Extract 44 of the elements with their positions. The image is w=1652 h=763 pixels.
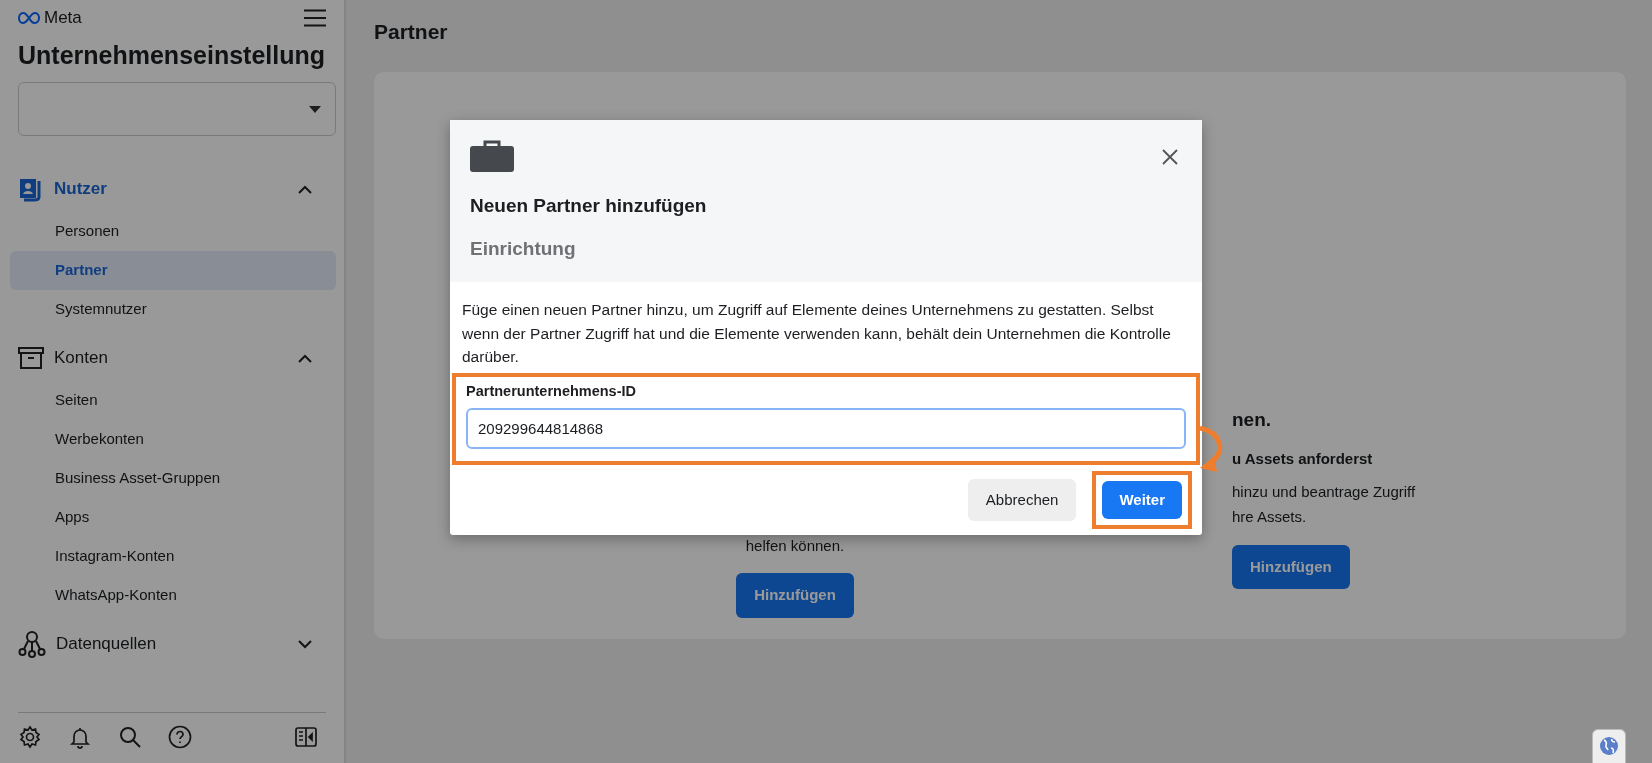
partner-id-field[interactable]: 209299644814868 <box>466 408 1186 450</box>
notifications-icon[interactable] <box>68 725 92 749</box>
nav-item[interactable]: Business Asset-Gruppen <box>10 459 336 498</box>
logo-text: Meta <box>44 7 82 30</box>
chevron-down-icon <box>298 639 312 649</box>
nav-item[interactable]: Systemnutzer <box>10 290 336 329</box>
close-icon[interactable] <box>1162 148 1178 165</box>
dialog-description: Füge einen neuen Partner hinzu, um Zugriff auf Elemente deines Unternehmens zu gestatten. Selbst wenn der Partner Zugriff hat und die Elemente verwenden kann, behält dein Unternehmen die Kontrolle darüber. <box>461 300 1172 367</box>
dialog-title: Neuen Partner hinzufügen <box>470 194 708 218</box>
field-label: Partnerunternehmens-ID <box>466 381 637 401</box>
search-icon[interactable] <box>118 725 142 749</box>
panel-toggle-icon[interactable] <box>294 725 318 749</box>
nodes-icon <box>18 630 46 658</box>
nav-item[interactable]: Werbekonten <box>10 420 336 459</box>
nav-item[interactable]: Personen <box>10 212 336 251</box>
nav-item[interactable]: Apps <box>10 498 336 537</box>
option-text: helfen können. <box>744 535 846 556</box>
cancel-button[interactable]: Abbrechen <box>967 479 1077 522</box>
option-subheading: u Assets anforderst <box>1232 449 1374 469</box>
nav-item[interactable]: Instagram-Konten <box>10 537 336 576</box>
settings-icon[interactable] <box>18 725 42 749</box>
nav-section[interactable]: Konten <box>10 335 336 381</box>
nav-section[interactable]: Nutzer <box>10 166 336 212</box>
option-heading: nen. <box>1232 407 1273 432</box>
help-icon[interactable] <box>168 725 192 749</box>
dialog-subtitle: Einrichtung <box>470 236 577 261</box>
caret-icon <box>309 105 321 113</box>
sidebar-title: Unternehmenseinstellung <box>18 40 326 70</box>
menu-icon[interactable] <box>304 9 326 27</box>
briefcase-icon <box>470 140 514 172</box>
contact-card-icon <box>18 176 44 202</box>
nav-item[interactable]: WhatsApp-Konten <box>10 576 336 615</box>
archive-box-icon <box>18 346 44 370</box>
infinity-logo-icon <box>18 12 40 24</box>
chevron-up-icon <box>298 353 312 363</box>
chevron-up-icon <box>298 184 312 194</box>
option-text: hre Assets. <box>1232 506 1308 527</box>
next-button[interactable]: Weiter <box>1102 481 1182 520</box>
language-button[interactable] <box>1592 729 1626 763</box>
option-text: hinzu und beantrage Zugriff <box>1232 481 1416 502</box>
nav-section[interactable]: Datenquellen <box>10 621 336 667</box>
nav-item[interactable]: Seiten <box>10 381 336 420</box>
page-title: Partner <box>374 19 449 45</box>
globe-icon <box>1599 736 1619 756</box>
